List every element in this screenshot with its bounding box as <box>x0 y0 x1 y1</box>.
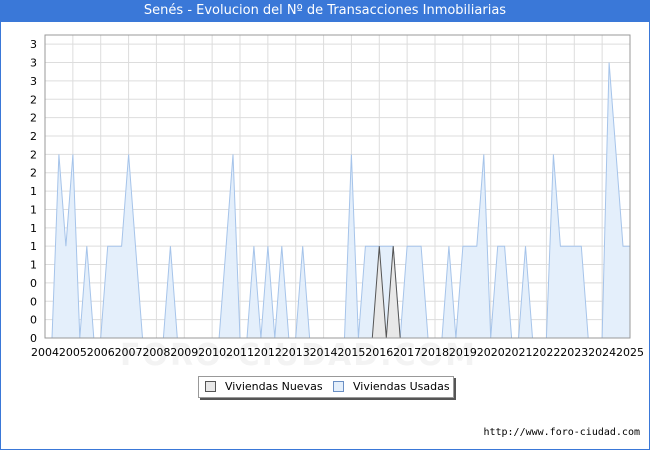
x-tick-label: 2004 <box>31 346 59 359</box>
x-tick-label: 2015 <box>337 346 365 359</box>
x-tick-label: 2008 <box>142 346 170 359</box>
x-tick-label: 2019 <box>449 346 477 359</box>
y-tick-label: 0 <box>30 295 37 308</box>
x-tick-label: 2010 <box>198 346 226 359</box>
x-tick-label: 2014 <box>310 346 338 359</box>
x-tick-label: 2012 <box>254 346 282 359</box>
legend-item-nuevas: Viviendas Nuevas <box>205 380 323 393</box>
y-tick-label: 2 <box>30 93 37 106</box>
x-tick-label: 2007 <box>115 346 143 359</box>
y-tick-label: 1 <box>30 222 37 235</box>
legend-label-nuevas: Viviendas Nuevas <box>225 380 323 393</box>
y-tick-label: 0 <box>30 332 37 345</box>
legend-swatch-usadas <box>333 381 344 392</box>
y-tick-label: 2 <box>30 148 37 161</box>
y-tick-label: 3 <box>30 75 37 88</box>
y-tick-label: 3 <box>30 57 37 70</box>
legend-item-usadas: Viviendas Usadas <box>333 380 450 393</box>
legend-label-usadas: Viviendas Usadas <box>353 380 450 393</box>
x-tick-label: 2013 <box>282 346 310 359</box>
y-tick-label: 1 <box>30 185 37 198</box>
x-tick-label: 2011 <box>226 346 254 359</box>
source-link[interactable]: http://www.foro-ciudad.com <box>483 427 640 438</box>
y-tick-label: 2 <box>30 130 37 143</box>
y-tick-label: 0 <box>30 314 37 327</box>
x-tick-label: 2020 <box>477 346 505 359</box>
x-tick-label: 2021 <box>505 346 533 359</box>
y-tick-label: 0 <box>30 277 37 290</box>
y-tick-label: 2 <box>30 112 37 125</box>
y-tick-label: 1 <box>30 259 37 272</box>
x-tick-label: 2024 <box>588 346 616 359</box>
legend: Viviendas Nuevas Viviendas Usadas <box>198 376 454 398</box>
x-tick-label: 2023 <box>560 346 588 359</box>
x-tick-label: 2022 <box>532 346 560 359</box>
y-tick-label: 3 <box>30 38 37 51</box>
y-tick-label: 2 <box>30 167 37 180</box>
y-tick-label: 1 <box>30 240 37 253</box>
legend-swatch-nuevas <box>205 381 216 392</box>
x-tick-label: 2018 <box>421 346 449 359</box>
x-tick-label: 2025 <box>616 346 644 359</box>
x-tick-label: 2017 <box>393 346 421 359</box>
x-tick-label: 2009 <box>170 346 198 359</box>
x-tick-label: 2005 <box>59 346 87 359</box>
x-tick-label: 2016 <box>365 346 393 359</box>
y-tick-label: 1 <box>30 203 37 216</box>
x-tick-label: 2006 <box>87 346 115 359</box>
